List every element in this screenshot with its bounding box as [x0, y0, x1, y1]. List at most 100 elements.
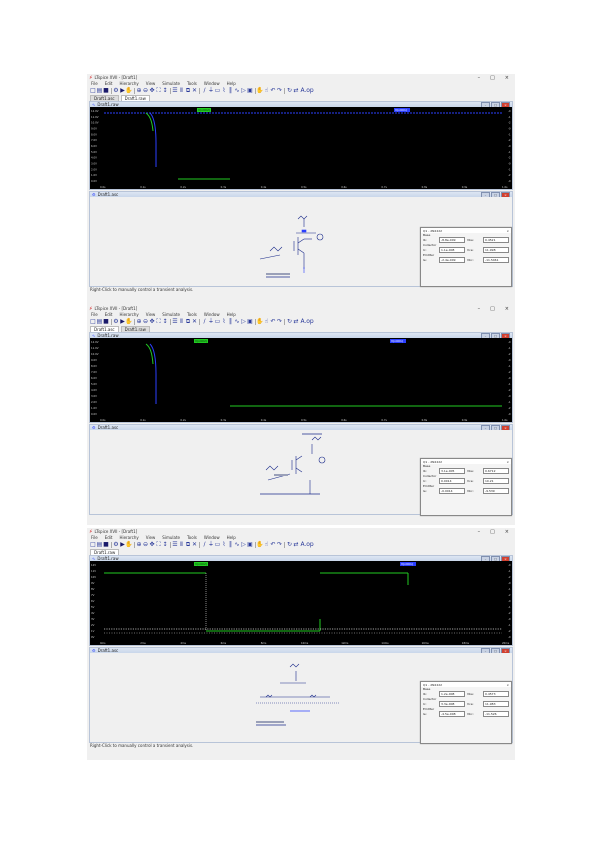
- control-panel-icon[interactable]: ⚙: [113, 87, 119, 94]
- undo-icon[interactable]: ↶: [270, 541, 276, 548]
- popup-field[interactable]: 0.6712: [483, 468, 509, 474]
- spice-directive-icon[interactable]: .op: [304, 541, 313, 548]
- drag-icon[interactable]: ☝: [264, 318, 270, 325]
- resistor-icon[interactable]: ⌇: [221, 541, 227, 548]
- open-icon[interactable]: ▤: [97, 541, 103, 548]
- zoom-fit-icon[interactable]: ⛶: [156, 87, 162, 94]
- popup-field[interactable]: 0.4573: [483, 691, 509, 697]
- capacitor-icon[interactable]: ‖: [228, 541, 234, 548]
- save-icon[interactable]: ■: [103, 318, 109, 325]
- menu-window[interactable]: Window: [204, 81, 220, 86]
- control-panel-icon[interactable]: ⚙: [113, 318, 119, 325]
- close-icon[interactable]: ×: [505, 529, 509, 535]
- redo-icon[interactable]: ↷: [277, 318, 283, 325]
- open-icon[interactable]: ▤: [97, 87, 103, 94]
- diode-icon[interactable]: ▷: [241, 318, 247, 325]
- popup-field[interactable]: 0.4521: [483, 237, 509, 243]
- halt-icon[interactable]: ✋: [125, 318, 132, 325]
- minimize-icon[interactable]: –: [478, 529, 481, 535]
- tile-vertical-icon[interactable]: Ⅱ: [179, 541, 185, 548]
- popup-field[interactable]: -2.4e-009: [439, 257, 465, 263]
- cascade-icon[interactable]: ⧉: [185, 87, 191, 94]
- capacitor-icon[interactable]: ‖: [228, 87, 234, 94]
- close-window-icon[interactable]: ✕: [192, 318, 198, 325]
- open-icon[interactable]: ▤: [97, 318, 103, 325]
- redo-icon[interactable]: ↷: [277, 541, 283, 548]
- inductor-icon[interactable]: ∿: [234, 541, 240, 548]
- maximize-icon[interactable]: □: [490, 75, 495, 81]
- menu-hierarchy[interactable]: Hierarchy: [119, 312, 138, 317]
- close-window-icon[interactable]: ✕: [192, 541, 198, 548]
- tile-vertical-icon[interactable]: Ⅱ: [179, 87, 185, 94]
- autorange-icon[interactable]: ↕: [162, 318, 168, 325]
- ground-icon[interactable]: ⏚: [208, 541, 214, 548]
- zoom-fit-icon[interactable]: ⛶: [156, 541, 162, 548]
- schematic-canvas[interactable]: Q1 - 2N2222 × Base Ib: -8.8e-009 Vbe: 0.4521…: [90, 197, 512, 287]
- menu-hierarchy[interactable]: Hierarchy: [119, 81, 138, 86]
- wire-icon[interactable]: ∕: [202, 318, 208, 325]
- tile-horizontal-icon[interactable]: ☰: [172, 541, 178, 548]
- pan-icon[interactable]: ✥: [149, 87, 155, 94]
- move-icon[interactable]: ✋: [256, 318, 263, 325]
- tile-horizontal-icon[interactable]: ☰: [172, 318, 178, 325]
- label-icon[interactable]: ▭: [215, 87, 221, 94]
- menu-view[interactable]: View: [146, 312, 156, 317]
- menu-window[interactable]: Window: [204, 312, 220, 317]
- new-icon[interactable]: □: [90, 318, 96, 325]
- label-icon[interactable]: ▭: [215, 318, 221, 325]
- save-icon[interactable]: ■: [103, 541, 109, 548]
- zoom-in-icon[interactable]: ⊕: [136, 87, 142, 94]
- component-icon[interactable]: ▣: [247, 87, 253, 94]
- pan-icon[interactable]: ✥: [149, 318, 155, 325]
- save-icon[interactable]: ■: [103, 87, 109, 94]
- cascade-icon[interactable]: ⧉: [185, 541, 191, 548]
- tab-waveform[interactable]: Draft1.raw: [90, 549, 120, 555]
- spice-directive-icon[interactable]: .op: [304, 318, 313, 325]
- resistor-icon[interactable]: ⌇: [221, 87, 227, 94]
- menu-view[interactable]: View: [146, 81, 156, 86]
- popup-field[interactable]: -8.8e-009: [439, 237, 465, 243]
- popup-field[interactable]: 11.998: [483, 247, 509, 253]
- cascade-icon[interactable]: ⧉: [185, 318, 191, 325]
- autorange-icon[interactable]: ↕: [162, 541, 168, 548]
- zoom-out-icon[interactable]: ⊖: [143, 318, 149, 325]
- menu-help[interactable]: Help: [227, 81, 236, 86]
- popup-field[interactable]: -9.539: [483, 488, 509, 494]
- undo-icon[interactable]: ↶: [270, 318, 276, 325]
- waveform-plot[interactable]: V(n002) V(n001) 12V -0 11V -1 10V -2 9V -0 8V -1 7…: [90, 561, 512, 645]
- ground-icon[interactable]: ⏚: [208, 87, 214, 94]
- diode-icon[interactable]: ▷: [241, 541, 247, 548]
- tab-schematic[interactable]: Draft1.asc: [90, 95, 119, 101]
- popup-close-icon[interactable]: ×: [506, 229, 509, 233]
- popup-field[interactable]: 3.3e-008: [439, 701, 465, 707]
- popup-field[interactable]: 3.1e-005: [439, 468, 465, 474]
- zoom-out-icon[interactable]: ⊖: [143, 541, 149, 548]
- menu-simulate[interactable]: Simulate: [162, 81, 180, 86]
- zoom-out-icon[interactable]: ⊖: [143, 87, 149, 94]
- zoom-in-icon[interactable]: ⊕: [136, 541, 142, 548]
- rotate-icon[interactable]: ↻: [287, 87, 293, 94]
- waveform-plot[interactable]: V(n002) V(n001) 12.0V -0 11.0V -1 10.0V -2 9.0…: [90, 107, 512, 189]
- drag-icon[interactable]: ☝: [264, 87, 270, 94]
- menu-hierarchy[interactable]: Hierarchy: [119, 535, 138, 540]
- component-icon[interactable]: ▣: [247, 541, 253, 548]
- menu-window[interactable]: Window: [204, 535, 220, 540]
- popup-field[interactable]: 1.2e-008: [439, 691, 465, 697]
- menu-simulate[interactable]: Simulate: [162, 312, 180, 317]
- schematic-canvas[interactable]: Q1 - 2N2222 × Base Ib: 1.2e-008 Vbe: 0.4573 …: [90, 653, 512, 744]
- halt-icon[interactable]: ✋: [125, 541, 132, 548]
- waveform-plot[interactable]: V(n002) V(n001) 12.0V -0 11.0V -1 10.0V -2 9.0…: [90, 338, 512, 422]
- menu-tools[interactable]: Tools: [187, 535, 197, 540]
- rotate-icon[interactable]: ↻: [287, 318, 293, 325]
- mirror-icon[interactable]: ⇄: [293, 541, 299, 548]
- zoom-fit-icon[interactable]: ⛶: [156, 318, 162, 325]
- close-window-icon[interactable]: ✕: [192, 87, 198, 94]
- menu-file[interactable]: File: [91, 535, 98, 540]
- ground-icon[interactable]: ⏚: [208, 318, 214, 325]
- spice-directive-icon[interactable]: .op: [304, 87, 313, 94]
- minimize-icon[interactable]: –: [478, 306, 481, 312]
- popup-field[interactable]: -11.526: [483, 711, 509, 717]
- menu-simulate[interactable]: Simulate: [162, 535, 180, 540]
- maximize-icon[interactable]: □: [490, 306, 495, 312]
- move-icon[interactable]: ✋: [256, 541, 263, 548]
